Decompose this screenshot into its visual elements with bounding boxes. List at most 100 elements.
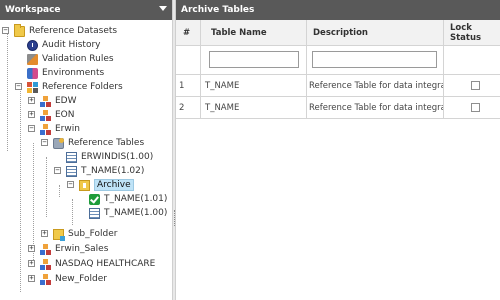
collapse-toggle-icon[interactable]: − (54, 167, 61, 174)
collapse-toggle-icon[interactable]: − (28, 125, 35, 132)
tree-node-eon[interactable]: + EON (28, 108, 75, 122)
tree-node-erwin[interactable]: − Erwin (28, 122, 80, 136)
model-icon (40, 243, 51, 255)
description-filter-input[interactable] (312, 51, 437, 68)
table-row[interactable]: 2 T_NAME Reference Table for data integr… (176, 97, 500, 119)
row-lock-status (444, 75, 500, 96)
tree-node-t-name-101[interactable]: T_NAME(1.01) (89, 192, 167, 206)
model-icon (40, 273, 51, 285)
tree-node-label: New_Folder (55, 274, 107, 284)
column-header-description[interactable]: Description (307, 20, 444, 45)
checked-table-icon (89, 193, 100, 205)
workspace-title: Workspace (5, 5, 61, 15)
collapse-toggle-icon[interactable]: − (2, 27, 9, 34)
expand-toggle-icon[interactable]: + (28, 97, 35, 104)
tree-node-label: Reference Tables (68, 138, 145, 148)
tree-node-label: ERWINDIS(1.00) (81, 152, 154, 162)
tree-node-label: T_NAME(1.01) (104, 194, 168, 204)
archive-tables-panel: Archive Tables # Table Name Description … (176, 0, 500, 300)
workspace-panel: Workspace − Reference Datasets Audit His… (0, 0, 172, 300)
tree-node-label: NASDAQ HEALTHCARE (55, 259, 156, 269)
tree-node-label: Environments (42, 68, 105, 78)
expand-toggle-icon[interactable]: + (28, 275, 35, 282)
workspace-menu-caret-icon[interactable] (159, 6, 167, 11)
filter-cell-lock-status (444, 46, 500, 74)
collapse-toggle-icon[interactable]: − (67, 181, 74, 188)
splitter-grip-icon[interactable] (174, 210, 175, 226)
column-header-table-name[interactable]: Table Name (201, 20, 307, 45)
row-table-name: T_NAME (201, 75, 307, 96)
tree-node-label: Validation Rules (42, 54, 114, 64)
tree-connector (46, 157, 47, 217)
validation-rules-icon (27, 53, 38, 65)
tree-node-edw[interactable]: + EDW (28, 94, 77, 108)
tree-node-sub-folder[interactable]: + Sub_Folder (41, 227, 117, 241)
row-table-name: T_NAME (201, 97, 307, 118)
reference-folders-icon (27, 81, 38, 93)
expand-toggle-icon[interactable]: + (28, 260, 35, 267)
reference-tables-icon (53, 137, 64, 149)
tree-node-label: Audit History (42, 40, 101, 50)
column-header-lock-status[interactable]: Lock Status (444, 20, 500, 45)
collapse-toggle-icon[interactable]: − (41, 139, 48, 146)
tree-node-reference-tables[interactable]: − Reference Tables (41, 136, 144, 150)
table-header-row: # Table Name Description Lock Status (176, 20, 500, 46)
tree-node-erwin-sales[interactable]: + Erwin_Sales (28, 242, 108, 256)
tree-node-label: Reference Datasets (29, 26, 118, 36)
tree-node-nasdaq-healthcare[interactable]: + NASDAQ HEALTHCARE (28, 257, 155, 271)
tree-node-archive[interactable]: − Archive (67, 178, 134, 192)
tree-node-t-name-102[interactable]: − T_NAME(1.02) (54, 164, 144, 178)
model-icon (40, 95, 51, 107)
tree-node-validation-rules[interactable]: Validation Rules (27, 52, 114, 66)
table-name-filter-input[interactable] (209, 51, 299, 68)
workspace-header: Workspace (0, 0, 172, 20)
filter-row (176, 46, 500, 75)
collapse-toggle-icon[interactable]: − (15, 83, 22, 90)
tree-node-label: Erwin (55, 124, 80, 134)
expand-toggle-icon[interactable]: + (28, 245, 35, 252)
table-icon (89, 207, 100, 219)
model-icon (40, 123, 51, 135)
tree-node-audit-history[interactable]: Audit History (27, 38, 100, 52)
archive-tables-title: Archive Tables (181, 5, 255, 15)
model-icon (40, 109, 51, 121)
column-header-number[interactable]: # (176, 20, 201, 45)
subfolder-icon (53, 228, 65, 241)
expand-toggle-icon[interactable]: + (28, 111, 35, 118)
archive-icon (79, 179, 90, 191)
filter-cell-description (307, 46, 444, 74)
environments-icon (27, 67, 38, 79)
tree-node-reference-folders[interactable]: − Reference Folders (15, 80, 123, 94)
lock-status-checkbox[interactable] (471, 103, 480, 112)
tree-node-environments[interactable]: Environments (27, 66, 104, 80)
archive-tables-header: Archive Tables (176, 0, 500, 20)
tree-node-new-folder[interactable]: + New_Folder (28, 272, 107, 286)
row-lock-status (444, 97, 500, 118)
tree-connector (7, 31, 8, 151)
tree-node-label: T_NAME(1.02) (81, 166, 145, 176)
tree-node-reference-datasets[interactable]: − Reference Datasets (2, 23, 118, 38)
row-number: 2 (176, 97, 201, 118)
tree-connector (20, 87, 21, 292)
filter-cell-table-name (201, 46, 307, 74)
row-description: Reference Table for data integration (307, 75, 444, 96)
tree-node-label: Erwin_Sales (55, 244, 109, 254)
tree-connector (72, 199, 73, 225)
row-number: 1 (176, 75, 201, 96)
expand-toggle-icon[interactable]: + (41, 230, 48, 237)
workspace-tree: − Reference Datasets Audit History Valid… (0, 20, 172, 300)
table-row[interactable]: 1 T_NAME Reference Table for data integr… (176, 75, 500, 97)
lock-status-checkbox[interactable] (471, 81, 480, 90)
table-icon (66, 165, 77, 177)
tree-node-label: Reference Folders (42, 82, 123, 92)
folder-icon (14, 23, 25, 37)
tree-node-t-name-100[interactable]: T_NAME(1.00) (89, 206, 167, 220)
tree-node-label-selected: Archive (94, 179, 134, 191)
filter-cell-number (176, 46, 201, 74)
tree-node-label: EON (55, 110, 75, 120)
row-description: Reference Table for data integration (307, 97, 444, 118)
tree-connector (59, 185, 60, 197)
tree-node-label: EDW (55, 96, 77, 106)
audit-history-icon (27, 39, 38, 51)
tree-node-erwindis[interactable]: ERWINDIS(1.00) (66, 150, 153, 164)
